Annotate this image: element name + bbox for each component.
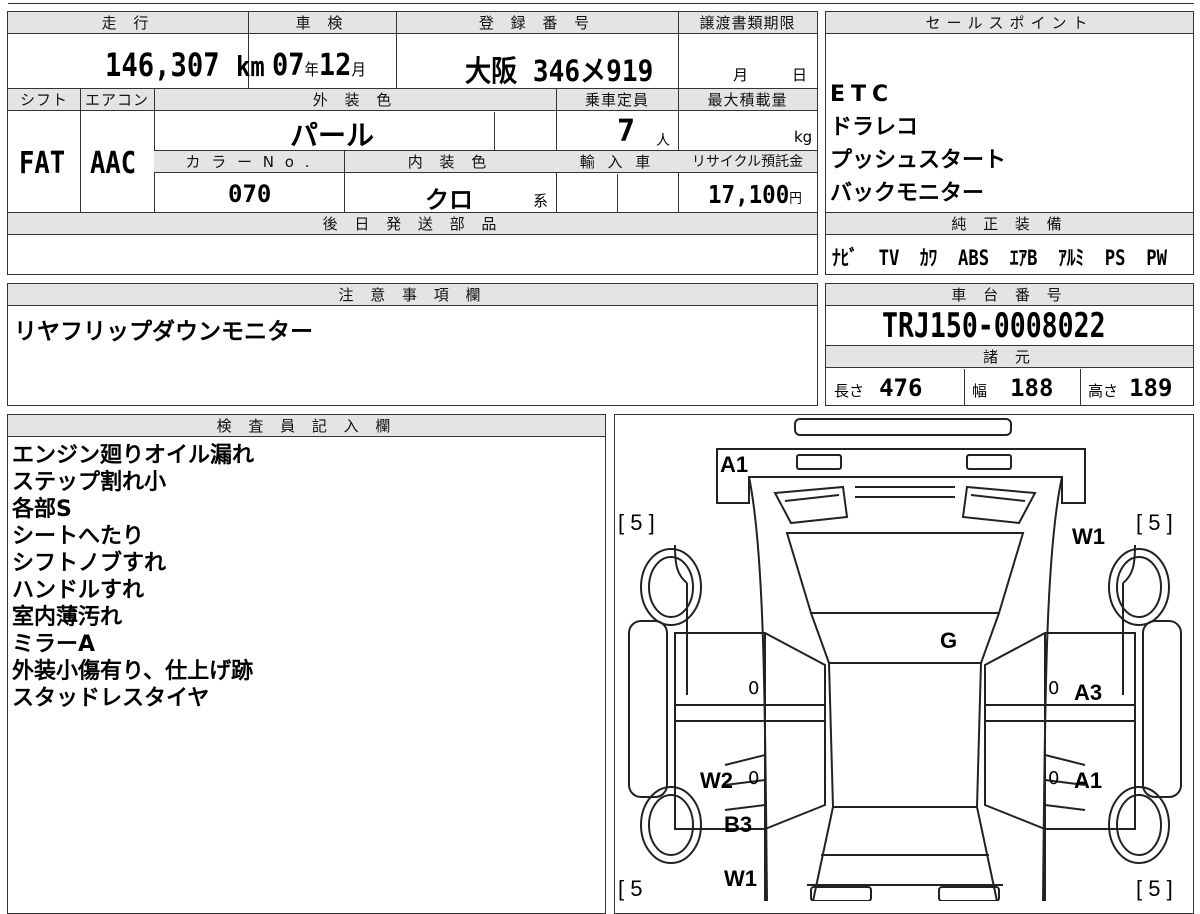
windshield-label: G	[940, 628, 958, 653]
left-rear-door-b-label: B3	[724, 812, 753, 837]
sales-point-item: バックモニター	[830, 181, 985, 206]
interior-header: 内 装 色	[344, 151, 556, 173]
transfer-day-unit: 日	[792, 66, 808, 84]
interior-suffix: 系	[533, 192, 549, 210]
registration-value: 大阪 346メ919	[465, 54, 654, 88]
left-rear-door-a-label: W2	[700, 768, 733, 793]
sales-points-list: ETC ドラレコ プッシュスタート バックモニター	[830, 78, 1006, 210]
front-bumper-label: A1	[720, 452, 749, 477]
max-load-unit: kg	[794, 128, 813, 146]
equipment-item: ｶﾜ	[920, 246, 938, 270]
tire-tread-tl: [ 5 ]	[618, 510, 655, 535]
shift-header: シフト	[8, 89, 80, 111]
equipment-item: ｱﾙﾐ	[1058, 246, 1085, 270]
inspector-note: ステップ割れ小	[12, 470, 167, 495]
later-parts-header: 後 日 発 送 部 品	[8, 213, 817, 235]
left-rear-wheel-label: W1	[724, 866, 757, 891]
chassis-value: TRJ150-0008022	[882, 306, 1106, 346]
transfer-header: 譲渡書類期限	[678, 12, 817, 34]
inspector-header: 検 査 員 記 入 欄	[8, 415, 605, 437]
equipment-item: ｴｱB	[1009, 246, 1038, 270]
max-load-header: 最大積載量	[678, 89, 817, 111]
transfer-month-unit: 月	[733, 66, 749, 84]
notes-text: リヤフリップダウンモニター	[14, 319, 313, 345]
equipment-item: ﾅﾋﾞ	[832, 246, 858, 270]
inspector-note: 各部S	[12, 497, 72, 522]
inspector-note: ミラーA	[12, 632, 96, 657]
right-rear-door-label: A1	[1074, 768, 1103, 793]
tire-tread-bl: [ 5	[618, 876, 643, 901]
width-spec: 幅 188	[972, 374, 1054, 402]
notes-header: 注 意 事 項 欄	[8, 284, 817, 306]
equipment-item: TV	[878, 246, 900, 270]
genuine-equipment-header: 純 正 装 備	[826, 213, 1193, 235]
sales-point-item: ETC	[830, 82, 895, 107]
vehicle-damage-diagram	[628, 418, 1182, 901]
inspector-note: 外装小傷有り、仕上げ跡	[12, 659, 254, 684]
inspector-note: エンジン廻りオイル漏れ	[12, 443, 255, 468]
ac-header: エアコン	[80, 89, 154, 111]
tire-tread-tr: [ 5 ]	[1136, 510, 1173, 535]
color-no-header: カ ラ ー N o .	[154, 151, 344, 173]
zero-mark: 0	[748, 678, 760, 699]
registration-header: 登 録 番 号	[396, 12, 678, 34]
specs-header: 諸 元	[826, 346, 1193, 368]
interior-value: クロ	[425, 186, 473, 214]
shift-value: FAT	[19, 146, 66, 181]
color-no-value: 070	[228, 180, 272, 208]
capacity-unit: 人	[656, 133, 670, 149]
equipment-item: PW	[1146, 246, 1168, 270]
recycle-value: 17,100円	[708, 180, 802, 209]
ac-value: AAC	[90, 146, 137, 181]
import-header: 輸 入 車	[556, 151, 678, 173]
front-right-wheel-label: W1	[1072, 524, 1105, 549]
inspection-value: 07年12月	[272, 48, 366, 83]
height-spec: 高さ 189	[1088, 374, 1173, 402]
chassis-header: 車 台 番 号	[826, 284, 1193, 306]
inspector-notes-list: エンジン廻りオイル漏れ ステップ割れ小 各部S シートへたり シフトノブすれ ハ…	[12, 442, 254, 712]
inspector-note: シフトノブすれ	[12, 551, 167, 576]
equipment-item: PS	[1104, 246, 1126, 270]
zero-mark: 0	[1048, 768, 1060, 789]
mileage-value: 146,307 km	[105, 46, 265, 84]
capacity-value: 7	[617, 114, 636, 149]
inspector-note: ハンドルすれ	[12, 578, 145, 603]
exterior-value: パール	[290, 119, 375, 152]
capacity-header: 乗車定員	[556, 89, 678, 111]
sales-point-item: プッシュスタート	[830, 148, 1007, 173]
equipment-item: ABS	[958, 246, 990, 270]
tire-tread-br: [ 5 ]	[1136, 876, 1173, 901]
inspector-note: シートへたり	[12, 524, 145, 549]
inspection-header: 車 検	[248, 12, 396, 34]
recycle-header: リサイクル預託金	[678, 151, 817, 173]
right-front-door-label: A3	[1074, 680, 1103, 705]
genuine-equipment-list: ﾅﾋﾞ TV ｶﾜ ABS ｴｱB ｱﾙﾐ PS PW	[832, 242, 1167, 272]
length-spec: 長さ 476	[834, 374, 923, 402]
sales-points-header: セールスポイント	[826, 12, 1193, 34]
inspector-note: スタッドレスタイヤ	[12, 686, 210, 711]
zero-mark: 0	[1048, 678, 1060, 699]
zero-mark: 0	[748, 768, 760, 789]
mileage-header: 走 行	[8, 12, 248, 34]
inspector-note: 室内薄汚れ	[12, 605, 123, 630]
sales-point-item: ドラレコ	[830, 115, 919, 140]
exterior-header: 外 装 色	[154, 89, 556, 111]
